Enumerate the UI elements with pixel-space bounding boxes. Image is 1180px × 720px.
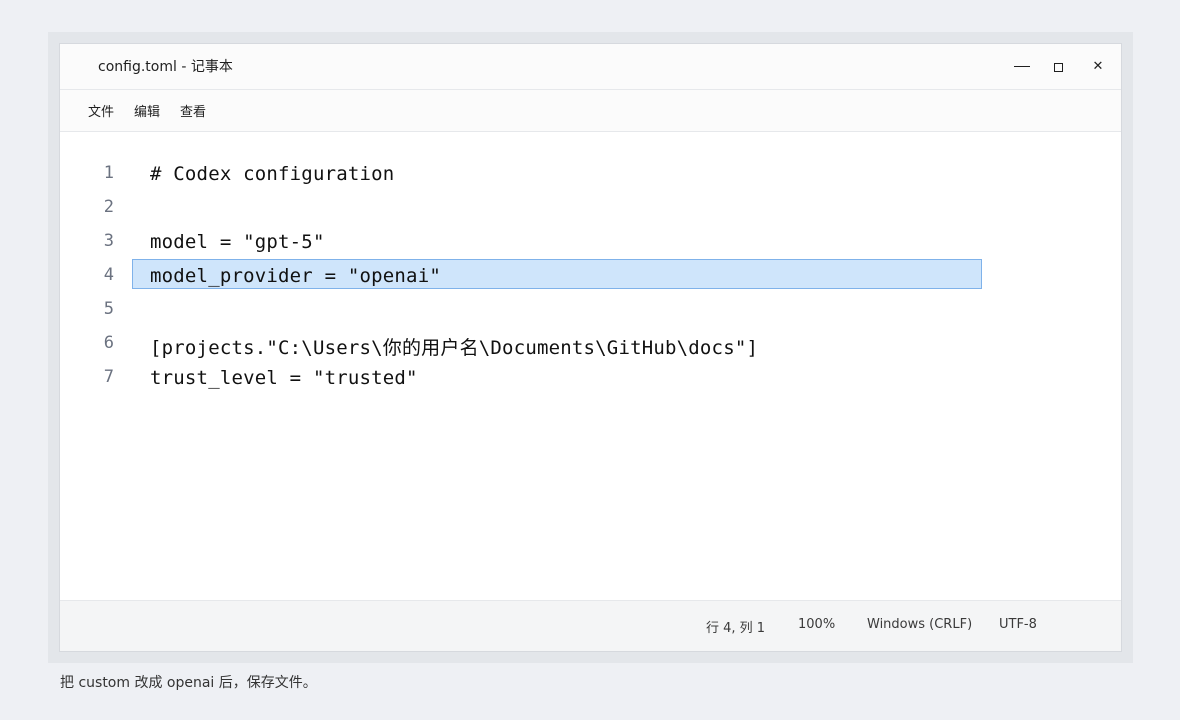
minimize-icon [1014,65,1030,67]
menu-bar: 文件 编辑 查看 [60,90,1121,132]
zoom-level[interactable]: 100% [798,617,835,632]
maximize-button[interactable] [1044,56,1072,76]
menu-file[interactable]: 文件 [88,101,114,120]
line-number: 5 [103,299,114,319]
line-ending[interactable]: Windows (CRLF) [867,617,972,632]
editor-line-highlighted[interactable]: 4 model_provider = "openai" [60,258,1121,292]
instruction-caption: 把 custom 改成 openai 后，保存文件。 [60,675,317,691]
editor-line[interactable]: 3 model = "gpt-5" [60,224,1121,258]
close-icon: ✕ [1092,58,1104,74]
line-number: 2 [103,197,114,217]
line-text[interactable]: trust_level = "trusted" [150,367,418,389]
close-button[interactable]: ✕ [1084,56,1112,76]
menu-view[interactable]: 查看 [180,101,206,120]
line-text[interactable]: model = "gpt-5" [150,231,325,253]
line-text[interactable]: # Codex configuration [150,163,394,185]
cursor-position: 行 4, 列 1 [706,621,766,636]
window-frame: config.toml - 记事本 ✕ 文件 编辑 查看 1 # Codex c… [48,32,1133,663]
menu-edit[interactable]: 编辑 [134,101,160,120]
line-number: 6 [103,333,114,353]
encoding[interactable]: UTF-8 [999,617,1037,632]
minimize-button[interactable] [1008,56,1036,76]
line-text[interactable]: [projects."C:\Users\你的用户名\Documents\GitH… [150,333,758,360]
line-text[interactable]: model_provider = "openai" [150,265,441,287]
notepad-window: config.toml - 记事本 ✕ 文件 编辑 查看 1 # Codex c… [59,43,1122,652]
editor-line[interactable]: 7 trust_level = "trusted" [60,360,1121,394]
text-editor[interactable]: 1 # Codex configuration 2 3 model = "gpt… [60,132,1121,602]
editor-line[interactable]: 6 [projects."C:\Users\你的用户名\Documents\Gi… [60,326,1121,360]
editor-line[interactable]: 5 [60,292,1121,326]
title-bar[interactable]: config.toml - 记事本 ✕ [60,44,1121,90]
line-number: 3 [103,231,114,251]
window-title: config.toml - 记事本 [98,59,233,75]
status-bar: 行 4, 列 1 100% Windows (CRLF) UTF-8 [60,600,1121,651]
line-number: 4 [103,265,114,285]
line-number: 1 [103,163,114,183]
line-number: 7 [103,367,114,387]
maximize-icon [1053,62,1063,72]
editor-line[interactable]: 2 [60,190,1121,224]
editor-line[interactable]: 1 # Codex configuration [60,156,1121,190]
